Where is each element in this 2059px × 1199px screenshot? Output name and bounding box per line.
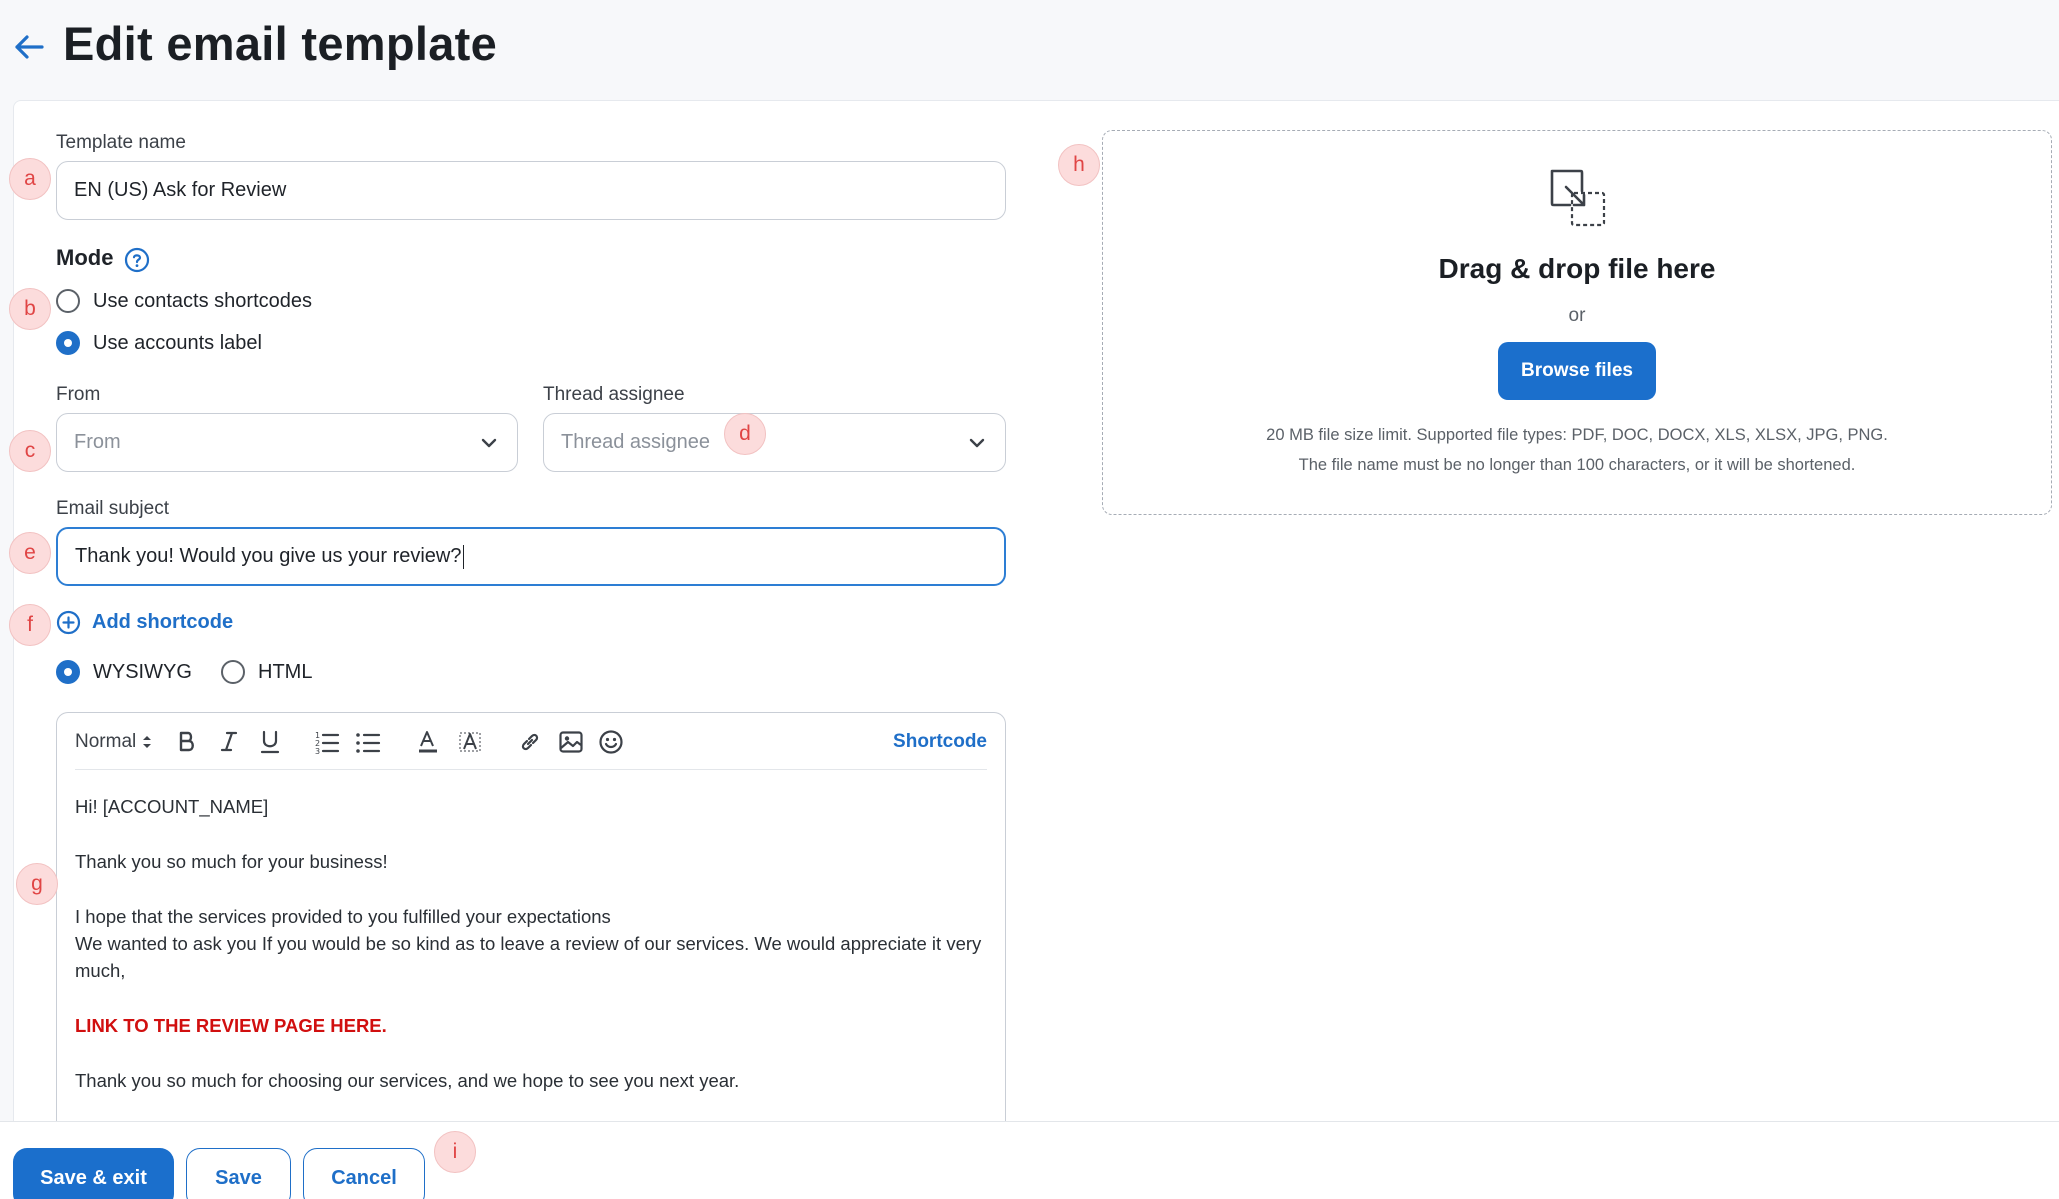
from-placeholder: From: [74, 431, 121, 453]
dropzone-title: Drag & drop file here: [1438, 253, 1716, 284]
text-cursor: [462, 544, 464, 569]
background-color-icon[interactable]: [457, 729, 483, 755]
review-link-placeholder: LINK TO THE REVIEW PAGE HERE.: [75, 1015, 387, 1036]
help-icon[interactable]: [124, 247, 150, 273]
emoji-icon[interactable]: [598, 729, 624, 755]
dropzone-hint-size: 20 MB file size limit. Supported file ty…: [1266, 426, 1888, 444]
image-icon[interactable]: [558, 729, 584, 755]
email-subject-input[interactable]: Thank you! Would you give us your review…: [56, 527, 1006, 586]
mode-option-label: Use accounts label: [93, 331, 262, 354]
back-arrow-icon[interactable]: [12, 30, 46, 64]
link-icon[interactable]: [517, 729, 543, 755]
save-exit-button[interactable]: Save & exit: [13, 1148, 174, 1199]
annotation-marker-g: g: [16, 863, 58, 905]
footer-bar: Save & exit Save Cancel: [0, 1121, 2059, 1199]
email-subject-value: Thank you! Would you give us your review…: [75, 545, 462, 567]
bold-icon[interactable]: [175, 729, 199, 755]
rich-text-editor[interactable]: Normal 1 2 3 Shortcode Hi! [ACCOUNT_NAME…: [56, 712, 1006, 1132]
sort-arrows-icon: [143, 736, 152, 748]
annotation-marker-h: h: [1058, 144, 1100, 186]
editor-toolbar: Normal 1 2 3 Shortcode: [75, 713, 987, 770]
shortcode-button[interactable]: Shortcode: [893, 729, 987, 755]
bullet-list-icon[interactable]: [355, 729, 381, 755]
format-option-wysiwyg[interactable]: WYSIWYG: [56, 660, 192, 684]
template-name-label: Template name: [56, 132, 186, 153]
editor-content[interactable]: Hi! [ACCOUNT_NAME] Thank you so much for…: [75, 793, 987, 1094]
drag-drop-icon: [1550, 169, 1606, 227]
dropzone-hint-name: The file name must be no longer than 100…: [1298, 456, 1856, 474]
mode-option-label: Use contacts shortcodes: [93, 289, 312, 312]
annotation-marker-a: a: [9, 158, 51, 200]
annotation-marker-d: d: [724, 413, 766, 455]
page-header: Edit email template: [0, 0, 2059, 100]
annotation-marker-i: i: [434, 1131, 476, 1173]
format-option-label: WYSIWYG: [93, 660, 192, 683]
file-dropzone[interactable]: Drag & drop file here or Browse files 20…: [1102, 130, 2052, 515]
style-select[interactable]: Normal: [75, 729, 153, 755]
style-select-label: Normal: [75, 731, 137, 752]
italic-icon[interactable]: [217, 729, 241, 755]
annotation-marker-c: c: [9, 430, 51, 472]
chevron-down-icon: [481, 438, 497, 447]
radio-unchecked-icon[interactable]: [221, 660, 245, 684]
browse-files-button[interactable]: Browse files: [1498, 342, 1656, 400]
mode-option-accounts-label[interactable]: Use accounts label: [56, 331, 262, 355]
format-option-html[interactable]: HTML: [221, 660, 312, 684]
svg-text:3: 3: [315, 747, 320, 755]
radio-unchecked-icon[interactable]: [56, 289, 80, 313]
save-button[interactable]: Save: [186, 1148, 291, 1199]
annotation-marker-e: e: [9, 532, 51, 574]
thread-assignee-placeholder: Thread assignee: [561, 431, 710, 453]
mode-option-contacts-shortcodes[interactable]: Use contacts shortcodes: [56, 289, 312, 313]
mode-title: Mode: [56, 245, 114, 270]
underline-icon[interactable]: [258, 729, 282, 755]
thread-assignee-label: Thread assignee: [543, 384, 685, 405]
format-option-label: HTML: [258, 660, 313, 683]
email-subject-label: Email subject: [56, 498, 169, 519]
template-name-input[interactable]: EN (US) Ask for Review: [56, 161, 1006, 220]
radio-checked-icon[interactable]: [56, 660, 80, 684]
dropzone-or: or: [1568, 305, 1586, 326]
radio-checked-icon[interactable]: [56, 331, 80, 355]
editor-line: I hope that the services provided to you…: [75, 906, 611, 927]
from-select[interactable]: From: [56, 413, 518, 472]
editor-line: Thank you so much for choosing our servi…: [75, 1070, 740, 1091]
editor-line: Thank you so much for your business!: [75, 851, 388, 872]
ordered-list-icon[interactable]: 1 2 3: [314, 729, 340, 755]
editor-line: Hi! [ACCOUNT_NAME]: [75, 796, 269, 817]
add-shortcode-link[interactable]: Add shortcode: [56, 610, 233, 635]
annotation-marker-b: b: [9, 288, 51, 330]
editor-line: We wanted to ask you If you would be so …: [75, 933, 982, 981]
text-color-icon[interactable]: [415, 729, 441, 755]
chevron-down-icon: [969, 438, 985, 447]
annotation-marker-f: f: [9, 604, 51, 646]
cancel-button[interactable]: Cancel: [303, 1148, 425, 1199]
plus-circle-icon: [56, 610, 81, 635]
add-shortcode-label: Add shortcode: [92, 611, 234, 633]
from-label: From: [56, 384, 101, 405]
page-title: Edit email template: [63, 17, 498, 70]
thread-assignee-select[interactable]: Thread assignee: [543, 413, 1006, 472]
